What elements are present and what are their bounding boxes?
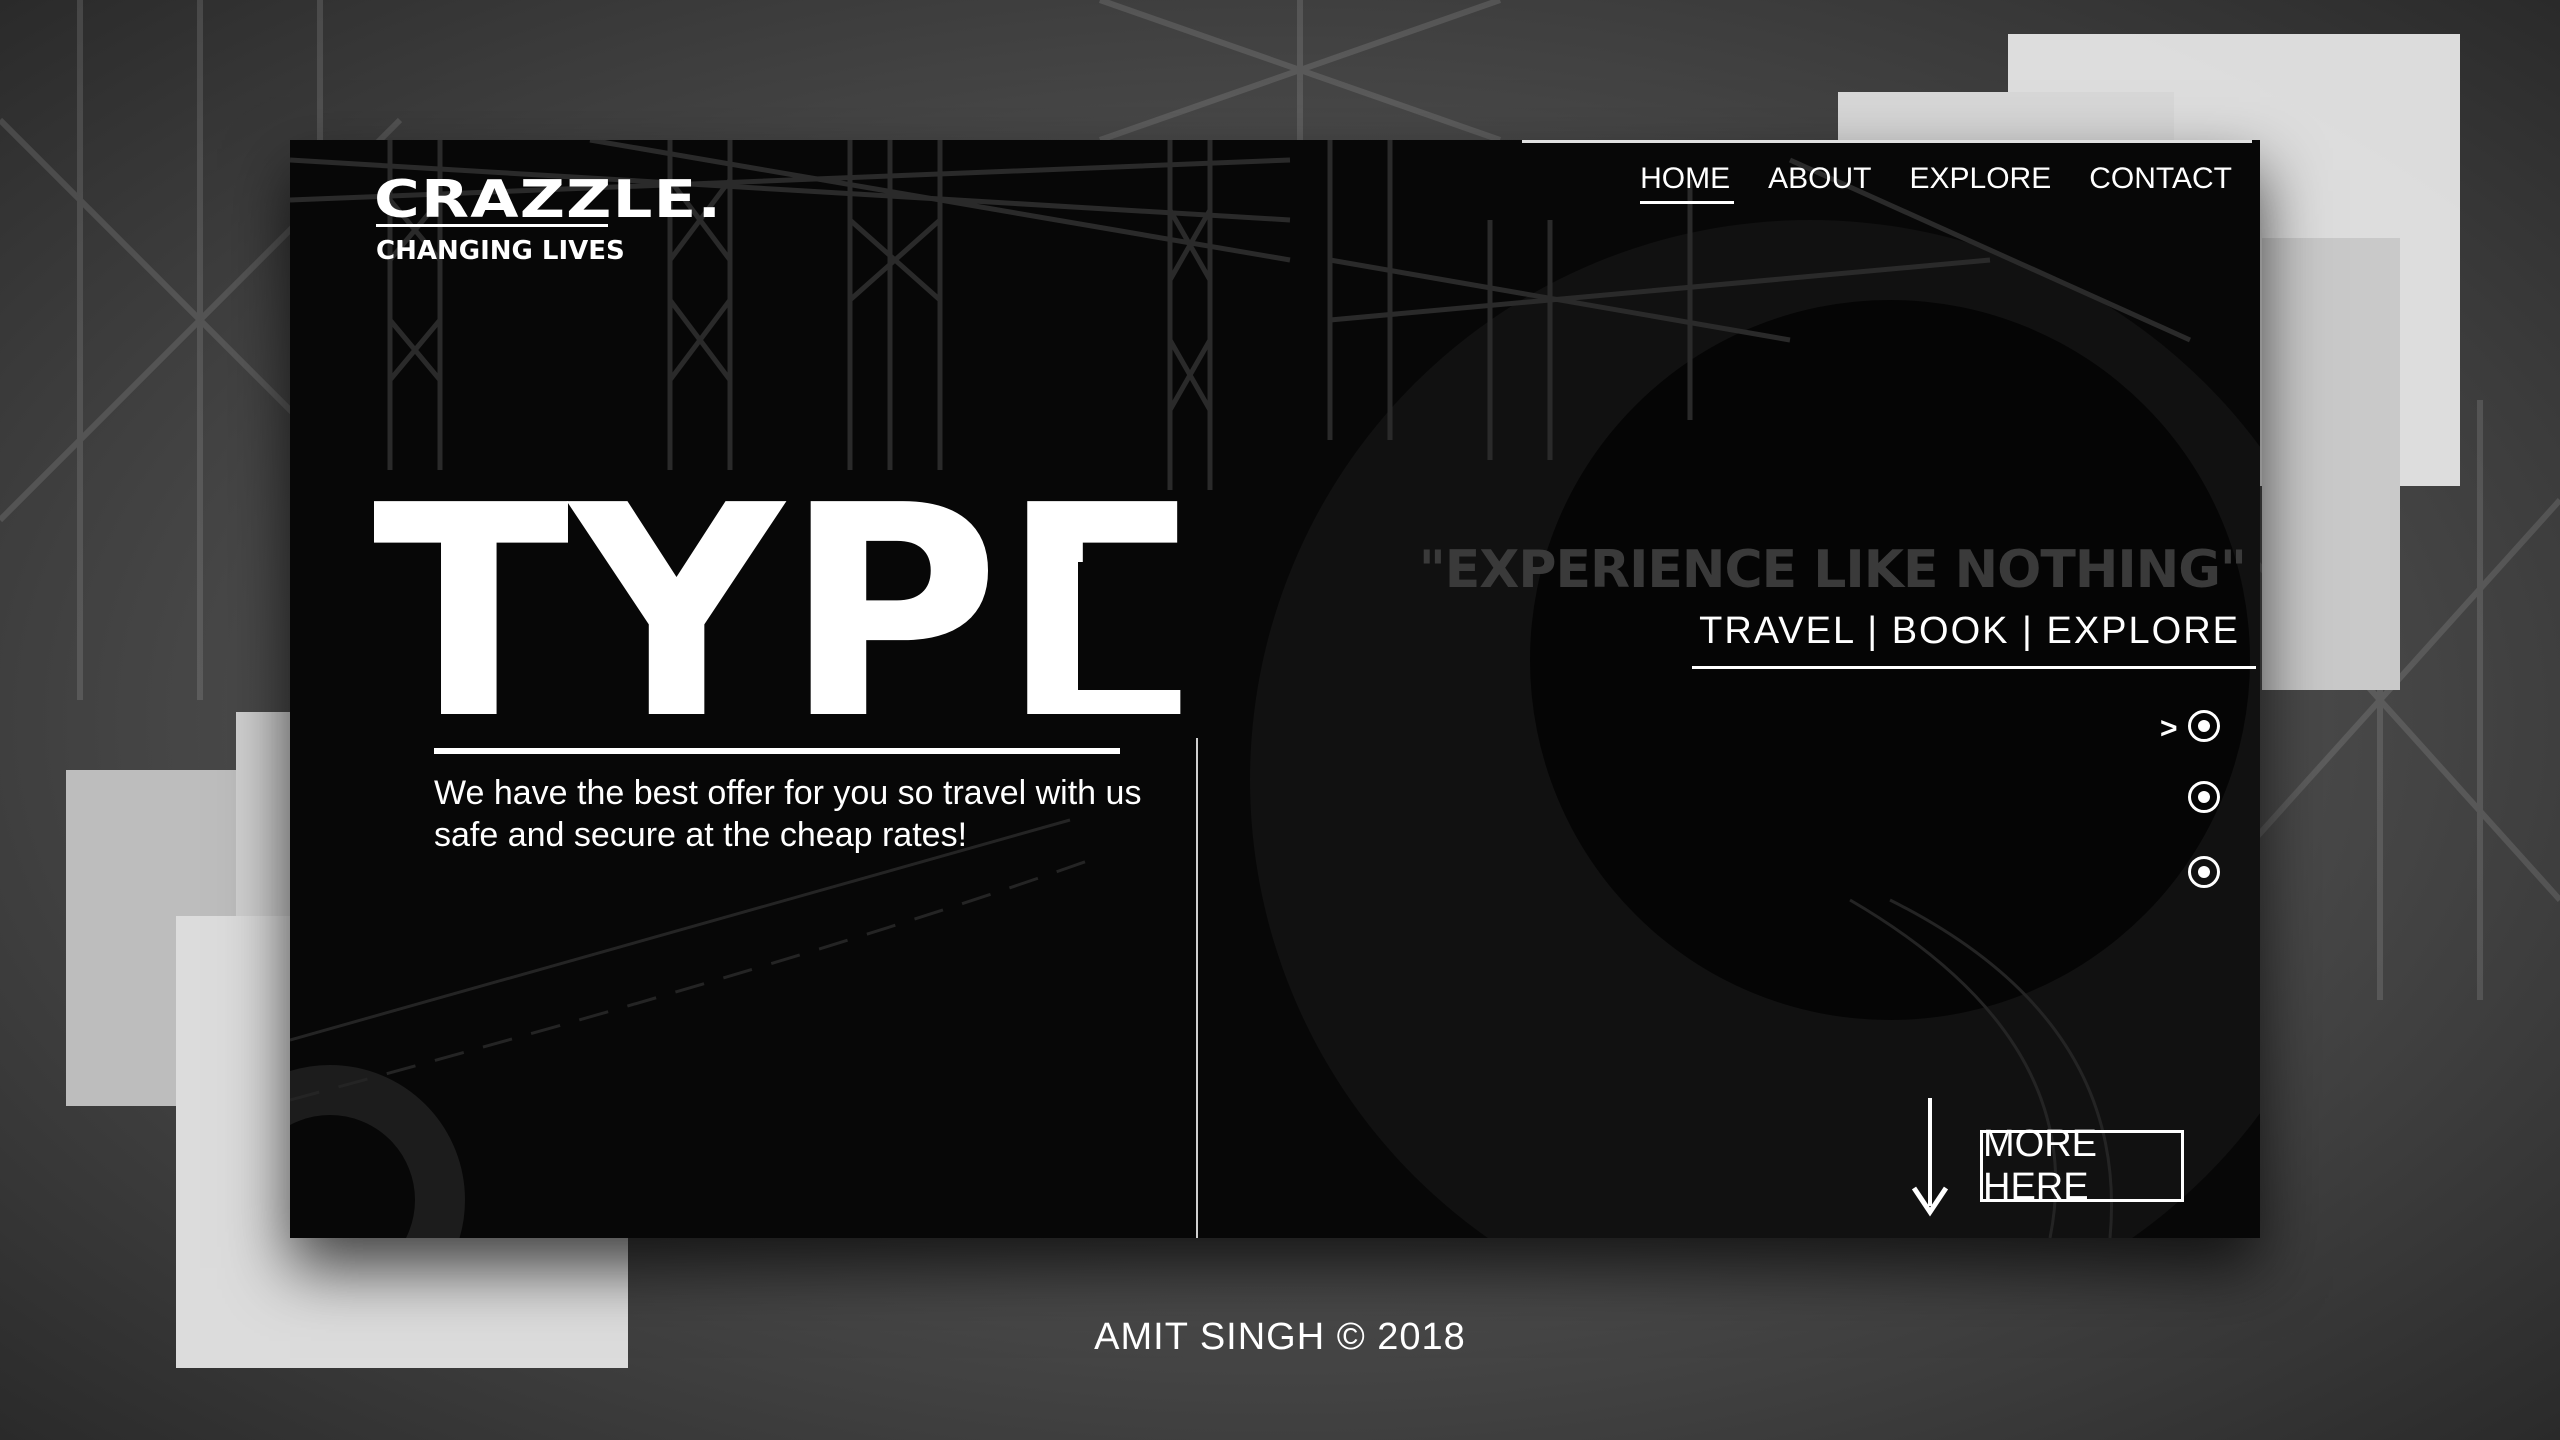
more-here-button[interactable]: MORE HERE <box>1980 1123 2184 1208</box>
tagline: CHANGING LIVES <box>376 236 625 266</box>
hero-title: TYPE <box>374 490 1196 730</box>
decor-square <box>2262 238 2400 690</box>
hero-title-block: TYPE <box>374 490 1196 730</box>
slider-dot-3[interactable] <box>2188 856 2220 888</box>
slogan-quote: "EXPERIENCE LIKE NOTHING" <box>1418 540 2247 600</box>
slogan-underline <box>1692 666 2256 669</box>
main-nav: HOME ABOUT EXPLORE CONTACT <box>1640 162 2232 204</box>
slider-dot-2[interactable] <box>2188 781 2220 813</box>
top-accent-line <box>1522 140 2252 143</box>
nav-item-contact[interactable]: CONTACT <box>2089 162 2232 204</box>
logo[interactable]: CRAZZLE. <box>374 170 722 230</box>
nav-item-explore[interactable]: EXPLORE <box>1910 162 2052 204</box>
nav-item-home[interactable]: HOME <box>1640 162 1735 204</box>
landing-card: CRAZZLE. CHANGING LIVES HOME ABOUT EXPLO… <box>290 140 2260 1238</box>
hero-underline <box>434 748 1120 754</box>
slogan-actions: TRAVEL | BOOK | EXPLORE <box>1699 610 2240 652</box>
slider-dot-1[interactable] <box>2188 710 2220 742</box>
slider-indicator-arrow: > <box>2160 712 2178 745</box>
hero-description: We have the best offer for you so travel… <box>434 774 1142 854</box>
vertical-divider <box>1196 738 1198 1238</box>
footer-credit: AMIT SINGH © 2018 <box>1094 1316 1466 1358</box>
logo-underline <box>376 224 608 227</box>
nav-item-about[interactable]: ABOUT <box>1768 162 1871 204</box>
arrow-down-icon[interactable] <box>1910 1098 1950 1218</box>
